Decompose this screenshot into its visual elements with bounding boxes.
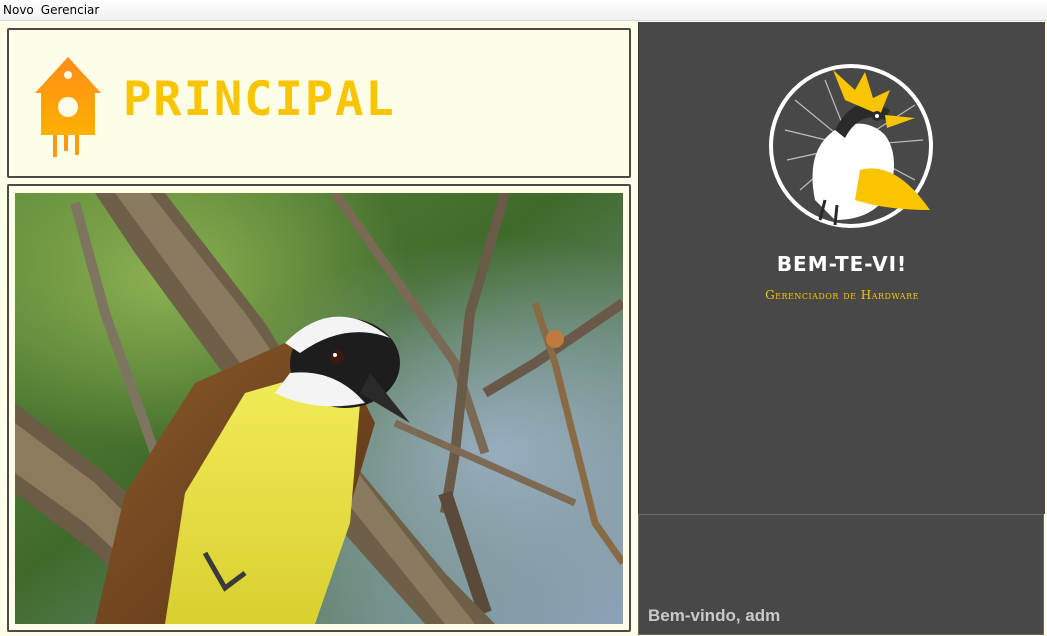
menu-bar: Novo Gerenciar [0,0,1047,21]
brand-name: BEM-TE-VI! [776,252,908,276]
menu-gerenciar[interactable]: Gerenciar [38,0,104,20]
welcome-message: Bem-vindo, adm [648,606,781,625]
bird-photo [15,193,623,624]
menu-novo[interactable]: Novo [0,0,38,20]
bem-te-vi-logo [769,64,933,228]
brand-subtitle: Gerenciador de Hardware [765,288,919,302]
brand-panel: BEM-TE-VI! Gerenciador de Hardware [638,22,1045,514]
birdhouse-icon [35,57,101,157]
status-panel: Bem-vindo, adm [638,514,1044,635]
header-panel: PRINCIPAL [7,28,631,178]
photo-panel [7,184,631,632]
page-title: PRINCIPAL [123,72,396,127]
